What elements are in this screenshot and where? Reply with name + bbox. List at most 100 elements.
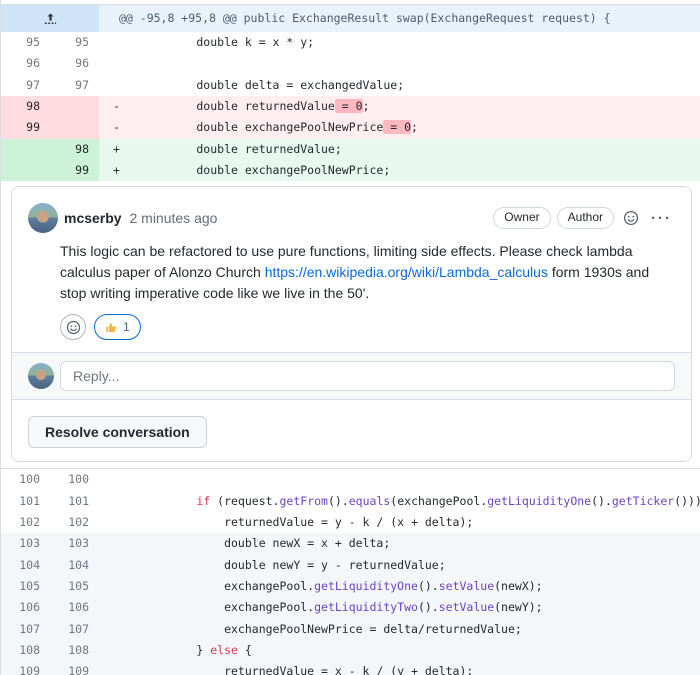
diff-row: 9595 double k = x * y; bbox=[1, 32, 700, 53]
comment-body: This logic can be refactored to use pure… bbox=[60, 241, 675, 304]
old-line-number[interactable]: 96 bbox=[1, 53, 50, 74]
code-line: exchangePoolNewPrice = delta/returnedVal… bbox=[125, 619, 700, 640]
new-line-number[interactable]: 101 bbox=[50, 491, 99, 512]
code-line: if (request.getFrom().equals(exchangePoo… bbox=[125, 491, 700, 512]
new-line-number[interactable]: 109 bbox=[50, 661, 99, 675]
old-line-number[interactable] bbox=[1, 139, 50, 160]
diff-rows-bottom: 100100101101 if (request.getFrom().equal… bbox=[1, 469, 700, 675]
diff-row: 107107 exchangePoolNewPrice = delta/retu… bbox=[1, 619, 700, 640]
diff-marker bbox=[99, 491, 125, 512]
author-badge: Author bbox=[557, 207, 614, 229]
old-line-number[interactable]: 95 bbox=[1, 32, 50, 53]
code-line: double returnedValue; bbox=[125, 139, 700, 160]
diff-hunk-header: @@ -95,8 +95,8 @@ public ExchangeResult … bbox=[1, 5, 700, 32]
author-avatar[interactable] bbox=[28, 203, 58, 233]
new-line-number[interactable]: 107 bbox=[50, 619, 99, 640]
pull-request-diff-view: @@ -95,8 +95,8 @@ public ExchangeResult … bbox=[0, 0, 700, 675]
reply-input[interactable] bbox=[60, 361, 675, 391]
new-line-number[interactable]: 106 bbox=[50, 597, 99, 618]
new-line-number[interactable]: 103 bbox=[50, 533, 99, 554]
diff-row: 99- double exchangePoolNewPrice = 0; bbox=[1, 117, 700, 138]
diff-row: 105105 exchangePool.getLiquidityOne().se… bbox=[1, 576, 700, 597]
diff-row: 108108 } else { bbox=[1, 640, 700, 661]
code-line: double newY = y - returnedValue; bbox=[125, 555, 700, 576]
code-line bbox=[125, 469, 700, 490]
diff-marker: - bbox=[99, 96, 125, 117]
old-line-number[interactable]: 98 bbox=[1, 96, 50, 117]
new-line-number[interactable]: 96 bbox=[50, 53, 99, 74]
old-line-number[interactable]: 102 bbox=[1, 512, 50, 533]
hunk-header-text: @@ -95,8 +95,8 @@ public ExchangeResult … bbox=[99, 5, 700, 32]
diff-marker bbox=[99, 661, 125, 675]
code-line: double exchangePoolNewPrice; bbox=[125, 160, 700, 181]
smiley-icon bbox=[66, 320, 81, 335]
diff-marker bbox=[99, 533, 125, 554]
new-line-number[interactable]: 95 bbox=[50, 32, 99, 53]
new-line-number[interactable]: 100 bbox=[50, 469, 99, 490]
thumbs-up-reaction-button[interactable]: 1 bbox=[94, 314, 141, 340]
fold-up-icon bbox=[43, 11, 58, 26]
smiley-icon bbox=[623, 210, 639, 226]
new-line-number[interactable]: 97 bbox=[50, 75, 99, 96]
comment-timestamp[interactable]: 2 minutes ago bbox=[129, 210, 217, 226]
old-line-number[interactable]: 100 bbox=[1, 469, 50, 490]
diff-row: 9797 double delta = exchangedValue; bbox=[1, 75, 700, 96]
reaction-count: 1 bbox=[123, 320, 130, 334]
diff-marker bbox=[99, 512, 125, 533]
code-diff-bottom: 100100101101 if (request.getFrom().equal… bbox=[1, 468, 700, 675]
expand-hunk-button[interactable] bbox=[1, 5, 99, 32]
new-line-number[interactable]: 102 bbox=[50, 512, 99, 533]
code-diff-top: @@ -95,8 +95,8 @@ public ExchangeResult … bbox=[1, 4, 700, 181]
new-line-number[interactable]: 108 bbox=[50, 640, 99, 661]
old-line-number[interactable]: 108 bbox=[1, 640, 50, 661]
comment-meta: mcserby 2 minutes ago bbox=[64, 210, 217, 226]
diff-row: 102102 returnedValue = y - k / (x + delt… bbox=[1, 512, 700, 533]
new-line-number[interactable] bbox=[50, 96, 99, 117]
diff-row: 109109 returnedValue = x - k / (y + delt… bbox=[1, 661, 700, 675]
old-line-number[interactable]: 107 bbox=[1, 619, 50, 640]
code-line: double exchangePoolNewPrice = 0; bbox=[125, 117, 700, 138]
diff-row: 98+ double returnedValue; bbox=[1, 139, 700, 160]
comment-options-button[interactable]: ··· bbox=[648, 211, 675, 226]
code-line: double newX = x + delta; bbox=[125, 533, 700, 554]
resolve-conversation-button[interactable]: Resolve conversation bbox=[28, 416, 207, 448]
code-line: returnedValue = y - k / (x + delta); bbox=[125, 512, 700, 533]
diff-row: 100100 bbox=[1, 469, 700, 490]
code-line bbox=[125, 53, 700, 74]
thumbs-up-icon bbox=[105, 321, 118, 334]
diff-row: 98 - double returnedValue = 0; bbox=[1, 96, 700, 117]
kebab-icon: ··· bbox=[651, 211, 672, 226]
comment-main: mcserby 2 minutes ago Owner Author bbox=[12, 187, 691, 352]
diff-marker bbox=[99, 32, 125, 53]
add-reaction-button[interactable] bbox=[620, 210, 642, 226]
new-line-number[interactable]: 99 bbox=[50, 160, 99, 181]
old-line-number[interactable] bbox=[1, 160, 50, 181]
old-line-number[interactable]: 97 bbox=[1, 75, 50, 96]
reply-avatar[interactable] bbox=[28, 363, 54, 389]
old-line-number[interactable]: 101 bbox=[1, 491, 50, 512]
review-thread-wrapper: mcserby 2 minutes ago Owner Author bbox=[1, 181, 700, 468]
code-line: exchangePool.getLiquidityOne().setValue(… bbox=[125, 576, 700, 597]
old-line-number[interactable]: 99 bbox=[1, 117, 50, 138]
code-line: } else { bbox=[125, 640, 700, 661]
lambda-calculus-link[interactable]: https://en.wikipedia.org/wiki/Lambda_cal… bbox=[265, 264, 548, 280]
old-line-number[interactable]: 104 bbox=[1, 555, 50, 576]
review-comment-card: mcserby 2 minutes ago Owner Author bbox=[11, 186, 692, 462]
old-line-number[interactable]: 105 bbox=[1, 576, 50, 597]
new-line-number[interactable]: 104 bbox=[50, 555, 99, 576]
new-line-number[interactable]: 105 bbox=[50, 576, 99, 597]
code-line: double returnedValue = 0; bbox=[125, 96, 700, 117]
new-line-number[interactable] bbox=[50, 117, 99, 138]
old-line-number[interactable]: 103 bbox=[1, 533, 50, 554]
comment-header: mcserby 2 minutes ago Owner Author bbox=[28, 203, 675, 233]
author-name[interactable]: mcserby bbox=[64, 210, 122, 226]
old-line-number[interactable]: 109 bbox=[1, 661, 50, 675]
old-line-number[interactable]: 106 bbox=[1, 597, 50, 618]
new-line-number[interactable]: 98 bbox=[50, 139, 99, 160]
reply-section bbox=[12, 352, 691, 399]
reactions-row: 1 bbox=[60, 314, 675, 340]
diff-marker: + bbox=[99, 160, 125, 181]
add-reaction-circle-button[interactable] bbox=[60, 314, 86, 340]
diff-row: 103103 double newX = x + delta; bbox=[1, 533, 700, 554]
diff-row: 9696 bbox=[1, 53, 700, 74]
